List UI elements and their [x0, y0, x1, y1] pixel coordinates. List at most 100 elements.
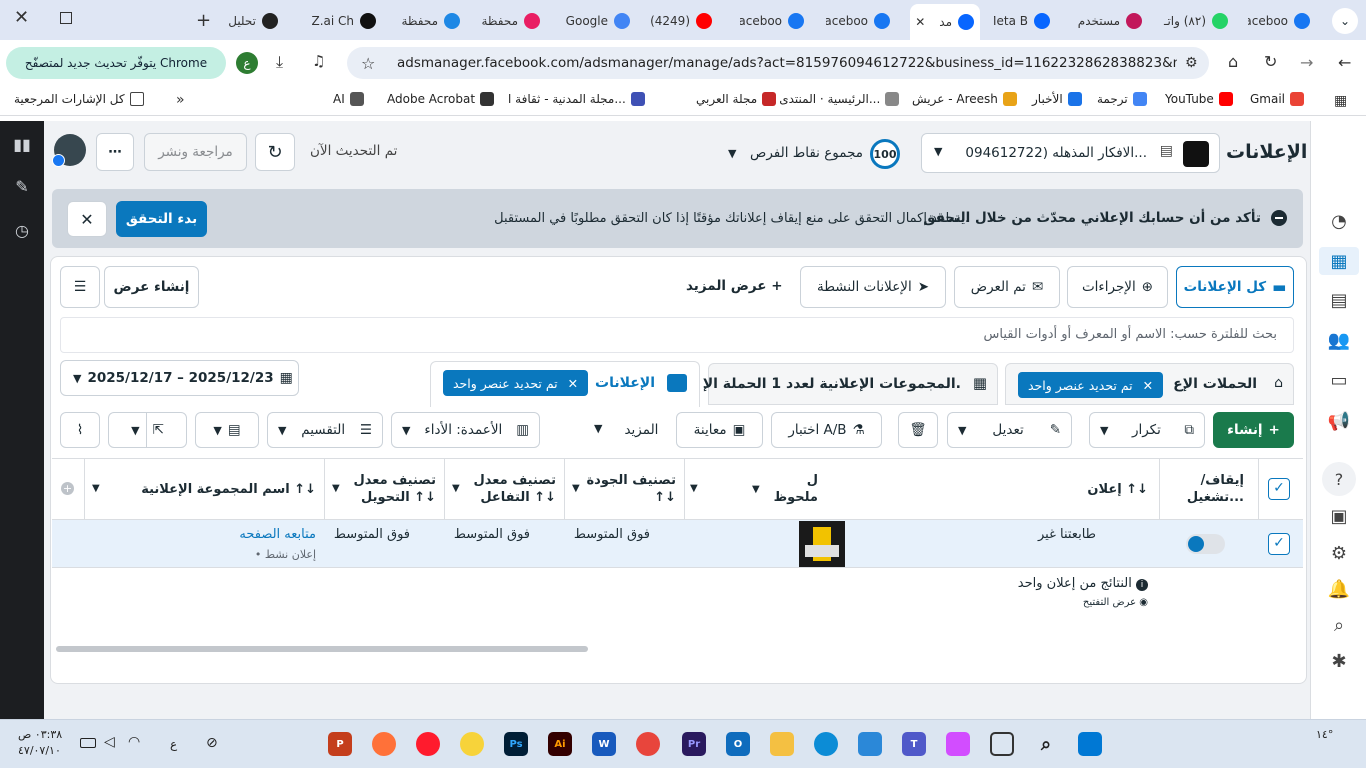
browser-tab[interactable]: (٨٢) واتـ — [1162, 6, 1234, 36]
tab-campaigns[interactable]: ⌂ الحملات الإع تم تحديد عنصر واحد ✕ — [1005, 363, 1294, 405]
apps-grid-icon[interactable]: ▦ — [1334, 93, 1347, 109]
media-icon[interactable]: ♫ — [312, 52, 325, 70]
edit-button[interactable]: ▼ تعديل ✎ — [947, 412, 1072, 448]
windows-start-icon[interactable] — [1078, 732, 1102, 756]
bookmark-item[interactable]: ترجمة — [1097, 92, 1147, 106]
browser-tab[interactable]: Faceboo — [1248, 6, 1316, 36]
col-header-quality[interactable]: تصنيف الجودة ↑↓ — [570, 459, 676, 519]
teams-icon[interactable]: T — [902, 732, 926, 756]
bookmark-item[interactable]: الرئيسية · المنتدى الع... — [762, 92, 900, 106]
settings-gear-icon[interactable]: ⚙ — [1325, 539, 1353, 567]
browser-tab[interactable]: Faceboo — [740, 6, 810, 36]
back-icon[interactable]: → — [1300, 53, 1313, 72]
create-view-button[interactable]: إنشاء عرض — [104, 266, 199, 308]
duplicate-button[interactable]: ▼ تكرار ⧉ — [1089, 412, 1205, 448]
all-bookmarks-folder[interactable]: كل الإشارات المرجعية — [14, 92, 144, 106]
battery-icon[interactable] — [80, 738, 96, 748]
weather-widget[interactable]: ١٤° — [1316, 728, 1333, 741]
opera-icon[interactable] — [416, 732, 440, 756]
row-checkbox[interactable]: ✓ — [1268, 533, 1290, 555]
dashboard-gauge-icon[interactable]: ◔ — [1325, 207, 1353, 235]
adset-name-link[interactable]: متابعه الصفحه — [200, 527, 316, 542]
export-dropdown[interactable]: ▼ ⇱ — [108, 412, 187, 448]
pencil-icon[interactable]: ✎ — [12, 177, 32, 197]
col-header-conversion[interactable]: تصنيف معدل التحويل ↑↓ — [350, 459, 437, 519]
download-icon[interactable]: ⤓ — [276, 52, 283, 72]
filter-shown[interactable]: تم العرض ✉ — [954, 266, 1060, 308]
copilot-icon[interactable] — [946, 732, 970, 756]
selection-chip[interactable]: تم تحديد عنصر واحد ✕ — [443, 370, 589, 396]
info-icon[interactable]: i — [1136, 579, 1148, 591]
site-settings-icon[interactable]: ⚙ — [1185, 55, 1198, 71]
chevron-down-icon[interactable]: ▼ — [1100, 424, 1108, 437]
chevron-down-icon[interactable]: ▼ — [92, 483, 100, 494]
megaphone-icon[interactable]: 📢 — [1325, 407, 1353, 435]
file-explorer-icon[interactable] — [770, 732, 794, 756]
bookmark-item[interactable]: Adobe Acrobat — [387, 92, 495, 106]
home-icon[interactable]: ⌂ — [1228, 52, 1238, 71]
outlook-icon[interactable]: O — [726, 732, 750, 756]
view-settings-button[interactable]: ☰ — [60, 266, 100, 308]
bug-icon[interactable]: ✱ — [1325, 647, 1353, 675]
powerpoint-icon[interactable]: P — [328, 732, 352, 756]
breakdown-dropdown[interactable]: ▼ التقسيم ☰ — [267, 412, 383, 448]
clock-time[interactable]: ٠٣:٣٨ ص — [18, 728, 62, 741]
ad-thumbnail[interactable] — [799, 521, 845, 567]
col-header-engagement[interactable]: تصنيف معدل التفاعل ↑↓ — [470, 459, 557, 519]
word-icon[interactable]: W — [592, 732, 616, 756]
reload-icon[interactable]: ↻ — [1264, 52, 1277, 71]
col-header-ad[interactable]: إعلان ↑↓ — [1000, 459, 1148, 519]
opportunity-score-badge[interactable]: 100 — [870, 139, 900, 169]
photoshop-icon[interactable]: Ps — [504, 732, 528, 756]
notifications-bell-icon[interactable]: 🔔 — [1325, 575, 1353, 603]
forward-icon[interactable]: ← — [1338, 53, 1351, 72]
more-views-button[interactable]: عرض المزيد + — [686, 278, 783, 294]
browser-tab[interactable]: تحليل إ — [228, 6, 284, 36]
banner-close-button[interactable]: ✕ — [67, 201, 107, 237]
chevron-down-icon[interactable]: ▼ — [728, 147, 736, 160]
bookmark-item[interactable]: عريش - Areesh — [912, 92, 1017, 106]
delivery-toggle[interactable] — [1186, 534, 1225, 554]
store-icon[interactable] — [858, 732, 882, 756]
selection-chip[interactable]: تم تحديد عنصر واحد ✕ — [1018, 372, 1164, 398]
preview-button[interactable]: معاينة ▣ — [676, 412, 763, 448]
bookmark-item[interactable]: مجلة المدنية - ثقافة ا... — [508, 92, 645, 106]
search-icon[interactable]: ⌕ — [1325, 611, 1353, 639]
ad-name[interactable]: طابعتنا غير — [1000, 527, 1096, 542]
filter-actions[interactable]: الإجراءات ⊕ — [1067, 266, 1168, 308]
task-view-icon[interactable] — [990, 732, 1014, 756]
user-avatar[interactable] — [52, 134, 86, 167]
edge-icon[interactable] — [814, 732, 838, 756]
bookmarks-overflow-icon[interactable]: » — [176, 92, 185, 108]
charts-button[interactable]: ⌇ — [60, 412, 100, 448]
filter-active-ads[interactable]: الإعلانات النشطة ➤ — [800, 266, 946, 308]
chevron-down-icon[interactable]: ▼ — [958, 424, 966, 437]
select-all-checkbox[interactable]: ✓ — [1268, 478, 1290, 500]
chevron-down-icon[interactable]: ▼ — [452, 483, 460, 494]
table-grid-icon[interactable]: ▦ — [1319, 247, 1359, 275]
browser-tab[interactable]: Z.ai Ch — [312, 6, 382, 36]
close-icon[interactable]: ✕ — [1143, 378, 1153, 393]
tab-search-icon[interactable]: ⌄ — [1332, 8, 1358, 34]
reports-dropdown[interactable]: ▼ ▤ — [195, 412, 259, 448]
account-selector[interactable]: ▤ الافكار المذهله (094612722... ▼ — [921, 133, 1220, 173]
chevron-down-icon[interactable]: ▼ — [572, 483, 580, 494]
premiere-icon[interactable]: Pr — [682, 732, 706, 756]
browser-tab[interactable]: Meta B — [994, 6, 1056, 36]
bookmark-item[interactable]: YouTube — [1165, 92, 1233, 106]
search-icon[interactable]: ⌕ — [1034, 732, 1058, 756]
chevron-down-icon[interactable]: ▼ — [690, 483, 698, 494]
browser-tab[interactable]: مستخدم — [1076, 6, 1148, 36]
restore-window-icon[interactable] — [60, 12, 72, 24]
bookmark-item[interactable]: الأخبار — [1032, 92, 1082, 106]
ab-test-button[interactable]: اختبار A/B ⚗ — [771, 412, 882, 448]
billing-card-icon[interactable]: ▭ — [1325, 366, 1353, 394]
bookmark-star-icon[interactable]: ☆ — [361, 54, 375, 73]
volume-icon[interactable]: ◁ — [104, 734, 115, 750]
browser-tab[interactable]: محفظة — [398, 6, 466, 36]
more-options-button[interactable]: ⋯ — [96, 133, 134, 171]
bookmark-item[interactable]: AI — [333, 92, 364, 106]
chrome-update-button[interactable]: يتوفّر تحديث جديد لمتصفّح Chrome — [6, 47, 226, 79]
browser-tab[interactable]: Faceboo — [826, 6, 896, 36]
review-publish-button[interactable]: مراجعة ونشر — [144, 133, 247, 171]
